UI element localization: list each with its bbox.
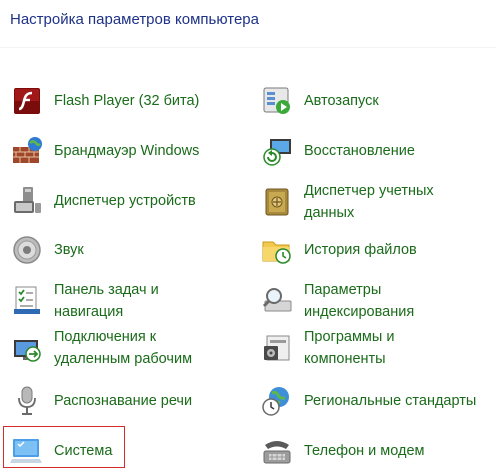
- item-label: Звук: [54, 242, 84, 258]
- item-label-line2: компоненты: [304, 351, 386, 367]
- item-recovery[interactable]: Восстановление: [260, 134, 415, 168]
- item-label: Брандмауэр Windows: [54, 143, 200, 159]
- item-device-manager[interactable]: Диспетчер устройств: [10, 184, 196, 218]
- item-label: Диспетчер устройств: [54, 193, 196, 209]
- item-region[interactable]: Региональные стандарты: [260, 384, 476, 418]
- item-label: Панель задач и навигация: [54, 279, 159, 323]
- item-label-line2: данных: [304, 205, 355, 221]
- item-label: Телефон и модем: [304, 443, 425, 459]
- item-label-line1: Параметры: [304, 282, 382, 298]
- item-label: История файлов: [304, 242, 417, 258]
- remote-desktop-icon: [10, 331, 44, 365]
- programs-icon: [260, 331, 294, 365]
- indexing-icon: [260, 284, 294, 318]
- item-label: Flash Player (32 бита): [54, 93, 200, 109]
- system-highlight-box: [3, 426, 125, 468]
- item-phone-modem[interactable]: Телефон и модем: [260, 434, 425, 468]
- item-label: Распознавание речи: [54, 393, 193, 409]
- taskbar-icon: [10, 284, 44, 318]
- item-indexing-options[interactable]: Параметры индексирования: [260, 279, 414, 323]
- file-history-icon: [260, 233, 294, 267]
- autoplay-icon: [260, 84, 294, 118]
- item-label: Диспетчер учетных данных: [304, 180, 434, 224]
- item-label: Программы и компоненты: [304, 326, 394, 370]
- item-credential-manager[interactable]: Диспетчер учетных данных: [260, 180, 434, 224]
- recovery-icon: [260, 134, 294, 168]
- telephone-icon: [260, 434, 294, 468]
- speaker-icon: [10, 233, 44, 267]
- device-manager-icon: [10, 184, 44, 218]
- credential-safe-icon: [260, 185, 294, 219]
- microphone-icon: [10, 384, 44, 418]
- flash-player-icon: [10, 84, 44, 118]
- item-file-history[interactable]: История файлов: [260, 233, 417, 267]
- firewall-icon: [10, 134, 44, 168]
- item-label: Региональные стандарты: [304, 393, 477, 409]
- item-label-line1: Подключения к: [54, 329, 157, 345]
- item-label-line2: навигация: [54, 304, 124, 320]
- item-sound[interactable]: Звук: [10, 233, 84, 267]
- header-divider: [0, 47, 496, 48]
- item-taskbar[interactable]: Панель задач и навигация: [10, 279, 159, 323]
- item-label-line1: Программы и: [304, 329, 395, 345]
- control-panel-page: Настройка параметров компьютера Flash Pl…: [0, 0, 496, 474]
- item-remote-desktop[interactable]: Подключения к удаленным рабочим: [10, 326, 192, 370]
- item-flash-player[interactable]: Flash Player (32 бита): [10, 84, 199, 118]
- globe-clock-icon: [260, 384, 294, 418]
- item-label-line1: Диспетчер учетных: [304, 183, 434, 199]
- item-label: Автозапуск: [304, 93, 379, 109]
- item-speech-recognition[interactable]: Распознавание речи: [10, 384, 192, 418]
- page-title: Настройка параметров компьютера: [10, 11, 259, 28]
- item-label: Параметры индексирования: [304, 279, 414, 323]
- item-label-line2: индексирования: [304, 304, 415, 320]
- item-firewall[interactable]: Брандмауэр Windows: [10, 134, 199, 168]
- item-label-line2: удаленным рабочим: [54, 351, 193, 367]
- item-programs-features[interactable]: Программы и компоненты: [260, 326, 394, 370]
- item-label: Подключения к удаленным рабочим: [54, 326, 192, 370]
- item-autoplay[interactable]: Автозапуск: [260, 84, 379, 118]
- item-label: Восстановление: [304, 143, 415, 159]
- item-label-line1: Панель задач и: [54, 282, 159, 298]
